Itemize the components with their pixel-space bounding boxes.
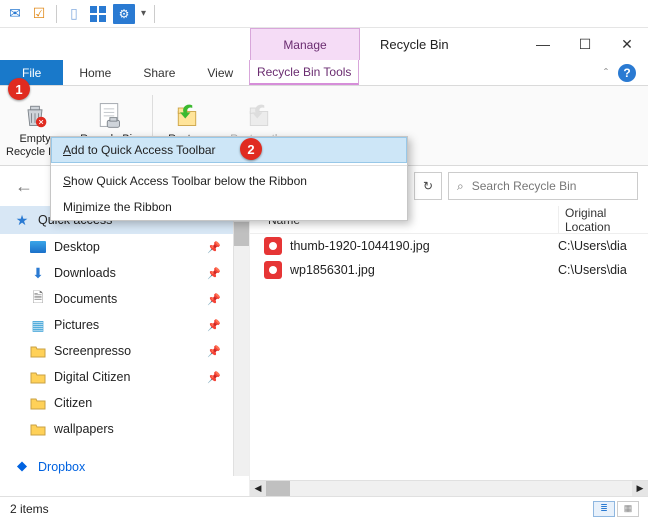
grid-svg (89, 5, 107, 23)
context-min-label: Minimize the Ribbon (63, 200, 172, 214)
file-location: C:\Users\dia (558, 263, 648, 277)
folder-icon (30, 369, 46, 385)
column-location[interactable]: Original Location (558, 206, 648, 233)
manage-contextual-tab[interactable]: Manage (250, 28, 360, 60)
file-name: wp1856301.jpg (290, 263, 550, 277)
window-controls: — ☐ ✕ (522, 28, 648, 60)
document-icon[interactable]: ▯ (65, 5, 83, 23)
folder-icon (30, 343, 46, 359)
close-button[interactable]: ✕ (606, 28, 648, 60)
ribbon-tabs: File Home Share View Recycle Bin Tools ˆ… (0, 60, 648, 86)
nav-screenpresso[interactable]: Screenpresso 📌 (0, 338, 249, 364)
window-title: Recycle Bin (360, 28, 522, 60)
star-icon: ★ (14, 212, 30, 228)
desktop-icon (30, 239, 46, 255)
nav-scrollbar[interactable]: ▲ (233, 206, 249, 476)
nav-dc-label: Digital Citizen (54, 370, 130, 384)
nav-wallpapers-label: wallpapers (54, 422, 114, 436)
scroll-thumb[interactable] (266, 481, 290, 496)
restore-selected-icon (243, 99, 275, 131)
context-show-below[interactable]: Show Quick Access Toolbar below the Ribb… (51, 168, 407, 194)
context-show-label: Show Quick Access Toolbar below the Ribb… (63, 174, 307, 188)
image-file-icon (264, 237, 282, 255)
nav-documents-label: Documents (54, 292, 117, 306)
navigation-pane: ★ Quick access Desktop 📌 ⬇ Downloads 📌 🗎… (0, 206, 250, 520)
nav-downloads[interactable]: ⬇ Downloads 📌 (0, 260, 249, 286)
tab-share[interactable]: Share (127, 60, 191, 85)
outlook-icon[interactable]: ✉ (6, 5, 24, 23)
pin-icon: 📌 (207, 241, 221, 254)
pin-icon: 📌 (207, 293, 221, 306)
help-icon[interactable]: ? (618, 64, 636, 82)
file-location: C:\Users\dia (558, 239, 648, 253)
nav-wallpapers[interactable]: wallpapers (0, 416, 249, 442)
downloads-icon: ⬇ (30, 265, 46, 281)
pin-icon: 📌 (207, 345, 221, 358)
context-menu: Add to Quick Access Toolbar Show Quick A… (50, 136, 408, 221)
grid-icon[interactable] (89, 5, 107, 23)
dropbox-icon: ⯁ (14, 459, 30, 475)
documents-icon: 🗎 (30, 291, 46, 307)
scroll-right-icon[interactable]: ▶ (632, 481, 648, 496)
folder-icon (30, 421, 46, 437)
folder-icon (30, 395, 46, 411)
pictures-icon: ▦ (30, 317, 46, 333)
minimize-button[interactable]: — (522, 28, 564, 60)
nav-desktop[interactable]: Desktop 📌 (0, 234, 249, 260)
file-list: thumb-1920-1044190.jpg C:\Users\dia wp18… (250, 234, 648, 520)
properties-icon (93, 99, 125, 131)
nav-screenpresso-label: Screenpresso (54, 344, 131, 358)
gear-icon[interactable]: ⚙ (113, 4, 135, 24)
collapse-ribbon-icon[interactable]: ˆ (604, 66, 608, 80)
pin-icon: 📌 (207, 267, 221, 280)
tab-view[interactable]: View (191, 60, 249, 85)
nav-documents[interactable]: 🗎 Documents 📌 (0, 286, 249, 312)
nav-citizen[interactable]: Citizen (0, 390, 249, 416)
search-placeholder: Search Recycle Bin (472, 179, 577, 193)
qat-divider-2 (154, 5, 155, 23)
annotation-2: 2 (240, 138, 262, 160)
annotation-1: 1 (8, 78, 30, 100)
context-separator (51, 165, 407, 166)
quick-access-toolbar: ✉ ☑ ▯ ⚙ ▾ (0, 0, 648, 28)
tab-recycle-bin-tools[interactable]: Recycle Bin Tools (249, 60, 359, 85)
file-row[interactable]: thumb-1920-1044190.jpg C:\Users\dia (250, 234, 648, 258)
checkbox-icon[interactable]: ☑ (30, 5, 48, 23)
back-button[interactable]: ← (10, 172, 38, 200)
pin-icon: 📌 (207, 371, 221, 384)
nav-dropbox-label: Dropbox (38, 460, 85, 474)
file-row[interactable]: wp1856301.jpg C:\Users\dia (250, 258, 648, 282)
qat-dropdown-icon[interactable]: ▾ (141, 8, 146, 19)
search-icon: ⌕ (457, 179, 464, 194)
restore-all-icon (171, 99, 203, 131)
qat-divider (56, 5, 57, 23)
maximize-button[interactable]: ☐ (564, 28, 606, 60)
title-bar: Manage Recycle Bin — ☐ ✕ (0, 28, 648, 60)
nav-dropbox[interactable]: ⯁ Dropbox (0, 454, 249, 480)
scroll-thumb[interactable] (234, 222, 249, 246)
context-minimize-ribbon[interactable]: Minimize the Ribbon (51, 194, 407, 220)
ribbon-help-area: ˆ ? (604, 60, 648, 85)
scroll-left-icon[interactable]: ◀ (250, 481, 266, 496)
recycle-bin-icon (19, 99, 51, 131)
nav-pictures-label: Pictures (54, 318, 99, 332)
context-add-to-qat[interactable]: Add to Quick Access Toolbar (51, 137, 407, 163)
tab-home[interactable]: Home (63, 60, 127, 85)
refresh-button[interactable]: ↻ (414, 172, 442, 200)
search-box[interactable]: ⌕ Search Recycle Bin (448, 172, 638, 200)
status-item-count: 2 items (10, 502, 49, 516)
nav-desktop-label: Desktop (54, 240, 100, 254)
pin-icon: 📌 (207, 319, 221, 332)
file-list-pane: Name Original Location thumb-1920-104419… (250, 206, 648, 520)
nav-digital-citizen[interactable]: Digital Citizen 📌 (0, 364, 249, 390)
empty-label-1: Empty (19, 133, 50, 145)
nav-citizen-label: Citizen (54, 396, 92, 410)
body: ★ Quick access Desktop 📌 ⬇ Downloads 📌 🗎… (0, 206, 648, 520)
nav-pictures[interactable]: ▦ Pictures 📌 (0, 312, 249, 338)
image-file-icon (264, 261, 282, 279)
file-name: thumb-1920-1044190.jpg (290, 239, 550, 253)
context-add-label: Add to Quick Access Toolbar (63, 143, 216, 157)
horizontal-scrollbar[interactable]: ◀ ▶ (250, 480, 648, 496)
nav-downloads-label: Downloads (54, 266, 116, 280)
